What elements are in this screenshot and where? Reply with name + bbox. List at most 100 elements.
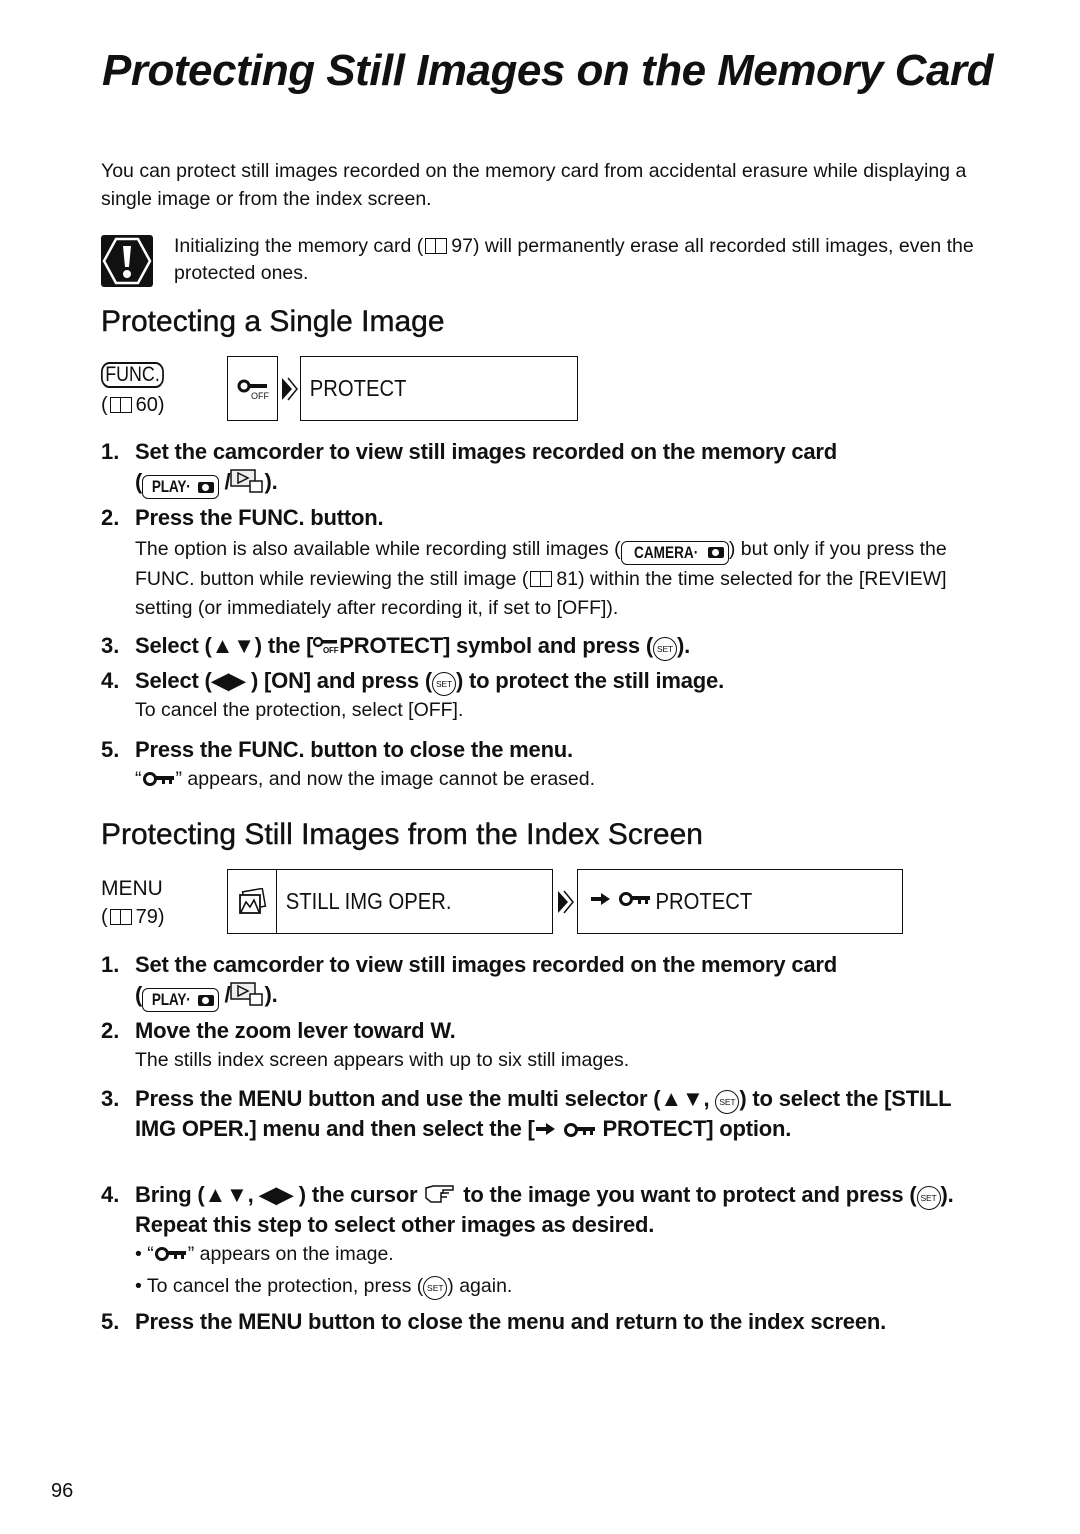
set-button-icon: SET — [431, 672, 456, 696]
bullet-text-b: ” appears on the image. — [187, 1243, 394, 1265]
step-text: Press the FUNC. button. — [135, 505, 384, 530]
bullet-text-a: • To cancel the protection, press ( — [135, 1274, 424, 1297]
protect-key-icon — [618, 891, 652, 912]
protect-off-icon: OFF — [313, 633, 339, 663]
caution-icon — [101, 235, 153, 287]
note-a: The option is also available while recor… — [135, 538, 621, 560]
menu-item-still-img-oper[interactable]: STILL IMG OPER. — [227, 869, 553, 934]
camera-icon — [197, 481, 214, 493]
s2-step-2: 2. Move the zoom lever toward W. The sti… — [101, 1016, 981, 1076]
protect-key-icon — [563, 1116, 597, 1146]
step-text-a: Press the MENU button and use the multi … — [135, 1086, 716, 1111]
step-note: The option is also available while recor… — [135, 535, 981, 624]
page-title: Protecting Still Images on the Memory Ca… — [102, 46, 993, 95]
arrow-right-icon — [590, 892, 612, 911]
step-text-c: PROTECT] option. — [602, 1116, 792, 1141]
step-note: “” appears, and now the image cannot be … — [135, 765, 981, 797]
s1-step-1: 1. Set the camcorder to view still image… — [101, 437, 981, 499]
set-button-icon: SET — [652, 637, 677, 661]
protect-off-icon-cell: OFF — [227, 356, 278, 421]
s2-step-3: 3. Press the MENU button and use the mul… — [101, 1084, 981, 1146]
step-number: 3. — [101, 1086, 120, 1111]
menu-item-protect[interactable]: PROTECT — [300, 356, 578, 421]
play-photo-mode-badge: PLAY· — [142, 475, 219, 499]
func-page-ref: (60) — [101, 394, 165, 416]
step-text: Set the camcorder to view still images r… — [135, 952, 838, 977]
section-heading-single: Protecting a Single Image — [101, 305, 978, 341]
s2-step-1: 1. Set the camcorder to view still image… — [101, 950, 981, 1012]
step-number: 4. — [101, 1182, 120, 1207]
protect-key-icon — [154, 1242, 188, 1272]
step-number: 2. — [101, 1018, 120, 1043]
step-text: Set the camcorder to view still images r… — [135, 439, 838, 464]
step-text-b: to the image you want to protect and pre… — [457, 1182, 917, 1207]
step-text-a: Bring (▲▼, ◀▶ ) the cursor — [135, 1182, 424, 1207]
s1-step-2: 2. Press the FUNC. button. The option is… — [101, 503, 981, 624]
page-ref[interactable]: 97 — [451, 235, 473, 257]
menu-item-label: PROTECT — [309, 375, 407, 401]
step-number: 2. — [101, 505, 120, 530]
card-playback-icon — [230, 982, 264, 1007]
s1-step-3: 3. Select (▲▼) the [ OFF PROTECT] symbol a… — [101, 631, 981, 663]
page-number: 96 — [51, 1480, 74, 1502]
func-button-label: FUNC. — [101, 362, 175, 388]
section-heading-text: Protecting Still Images from the Index S… — [101, 818, 703, 851]
camera-photo-mode-badge: CAMERA· — [620, 540, 729, 565]
page-ref[interactable]: 81 — [556, 568, 578, 590]
step-note: To cancel the protection, select [OFF]. — [135, 699, 464, 721]
book-icon — [109, 909, 132, 925]
step-text: Press the FUNC. button to close the menu… — [135, 737, 573, 762]
menu-option-label: PROTECT — [655, 888, 753, 914]
s2-step-5: 5. Press the MENU button to close the me… — [101, 1307, 981, 1337]
menu-option-protect[interactable]: PROTECT — [577, 869, 903, 934]
step-text-end: ). — [264, 469, 278, 494]
set-button-icon: SET — [916, 1186, 941, 1210]
chevron-right-icon — [553, 869, 577, 934]
func-menu-path: OFF PROTECT — [227, 356, 578, 421]
s1-step-5: 5. Press the FUNC. button to close the m… — [101, 735, 981, 797]
svg-text:OFF: OFF — [323, 646, 339, 655]
hand-cursor-icon — [423, 1182, 457, 1207]
set-button-icon: SET — [715, 1090, 740, 1114]
step-number: 5. — [101, 737, 120, 762]
caution-text: Initializing the memory card (97) will p… — [174, 233, 974, 287]
caution-text-a: Initializing the memory card ( — [174, 235, 424, 257]
page-ref[interactable]: 79 — [136, 906, 158, 928]
chevron-right-icon — [278, 356, 300, 421]
note-b: ” appears, and now the image cannot be e… — [175, 768, 596, 790]
camera-icon — [197, 994, 214, 1006]
step-number: 4. — [101, 668, 120, 693]
step-text-end: ). — [264, 982, 278, 1007]
camera-icon — [707, 547, 724, 559]
step-note: The stills index screen appears with up … — [135, 1049, 630, 1071]
card-playback-icon — [230, 469, 264, 494]
step-number: 3. — [101, 633, 120, 658]
step-text: Press the MENU button to close the menu … — [135, 1309, 887, 1334]
menu-page-ref: (79) — [101, 906, 165, 928]
bullet-item: • To cancel the protection, press (SET) … — [135, 1272, 981, 1302]
s1-step-4: 4. Select (◀▶ ) [ON] and press (SET) to … — [101, 666, 981, 726]
menu-path: STILL IMG OPER. PROTECT — [227, 869, 903, 934]
svg-text:OFF: OFF — [251, 391, 269, 400]
step-text: Move the zoom lever toward W. — [135, 1018, 456, 1043]
book-icon — [109, 397, 132, 413]
func-button: FUNC. — [101, 362, 165, 388]
intro-paragraph: You can protect still images recorded on… — [101, 160, 967, 210]
step-text-b: ) to protect the still image. — [455, 668, 724, 693]
book-icon — [530, 570, 553, 587]
protect-key-icon — [142, 767, 176, 797]
arrow-right-icon — [535, 1116, 557, 1141]
bullet-text-b: ) again. — [447, 1274, 513, 1297]
step-text-c: ). — [676, 633, 690, 658]
step-text-a: Select (◀▶ ) [ON] and press ( — [135, 668, 432, 693]
set-button-icon: SET — [423, 1276, 448, 1301]
bullet-item: • “ ” appears on the image. — [135, 1240, 981, 1272]
menu-item-label: STILL IMG OPER. — [285, 888, 452, 914]
step-number: 1. — [101, 952, 120, 977]
step-text-a: Select (▲▼) the [ — [135, 633, 314, 658]
step-number: 1. — [101, 439, 120, 464]
step-text-b: PROTECT] symbol and press ( — [339, 633, 653, 658]
section-heading-index: Protecting Still Images from the Index S… — [101, 818, 978, 854]
s2-step-4: 4. Bring (▲▼, ◀▶ ) the cursor to the ima… — [101, 1180, 981, 1301]
page-ref[interactable]: 60 — [136, 394, 158, 416]
